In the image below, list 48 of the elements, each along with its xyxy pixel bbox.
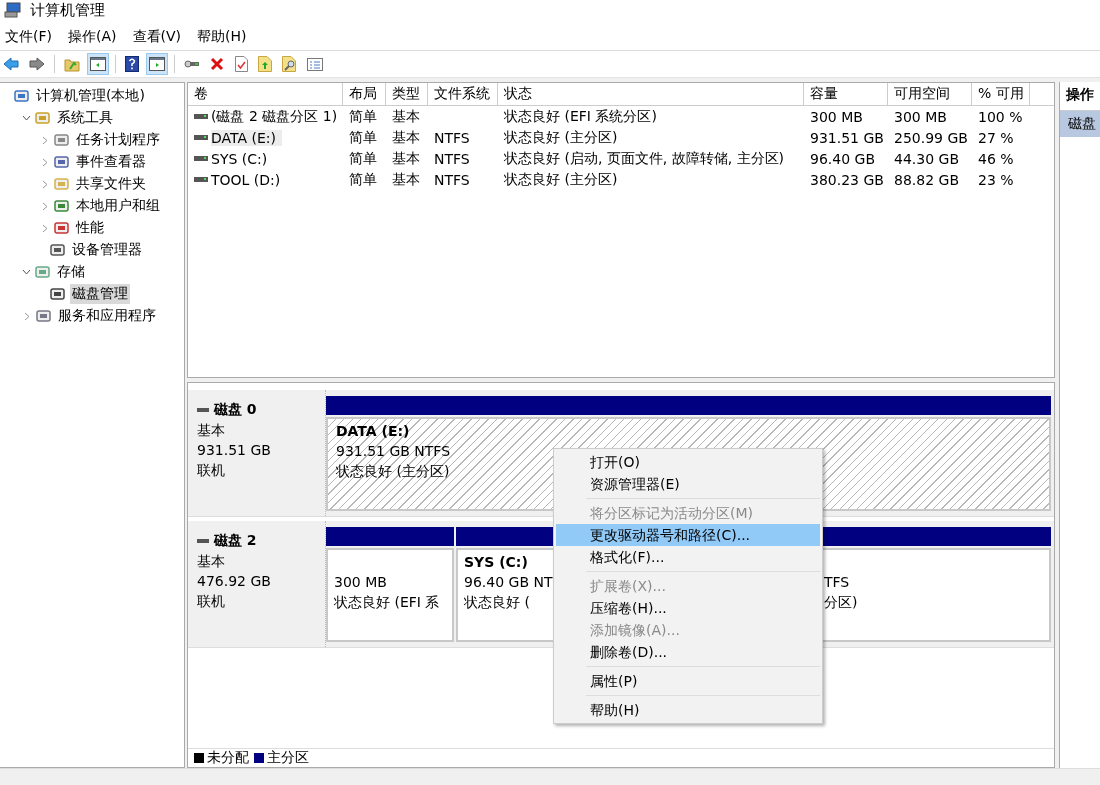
disk-status: 联机 [197,461,226,480]
partition-status: 状态良好 ( [464,593,530,612]
legend-label: 主分区 [267,749,309,767]
partition-size: TFS [824,573,850,592]
table-cell: 931.51 GB [810,129,884,146]
partition-size: 96.40 GB NT [464,573,553,592]
table-cell: 23 % [978,171,1014,188]
table-cell: 状态良好 (EFI 系统分区) [504,107,657,126]
table-cell: 基本 [392,170,420,189]
table-cell: 简单 [349,128,377,147]
table-cell: 300 MB [810,108,863,125]
table-cell: NTFS [434,171,470,188]
partition-status: 状态良好 (主分区) [336,462,450,481]
disk-name: 磁盘 2 [214,532,257,550]
table-cell: 96.40 GB [810,150,875,167]
table-cell: NTFS [434,129,470,146]
partition-size: 931.51 GB NTFS [336,442,451,461]
table-cell: 100 % [978,108,1023,125]
partition-status: 分区) [824,593,858,612]
table-cell: 88.82 GB [894,171,959,188]
table-cell: 简单 [349,170,377,189]
window-title: 计算机管理 [30,0,105,20]
table-cell: 状态良好 (启动, 页面文件, 故障转储, 主分区) [504,149,785,168]
table-cell: 300 MB [894,108,947,125]
table-cell: 状态良好 (主分区) [504,170,618,189]
partition-title: SYS (C:) [464,553,528,572]
table-cell: 基本 [392,128,420,147]
partition-title: DATA (E:) [336,422,410,441]
disk-size: 931.51 GB [197,441,272,460]
disk-size: 476.92 GB [197,572,272,591]
table-cell: NTFS [434,150,470,167]
table-cell: 44.30 GB [894,150,959,167]
disk-status: 联机 [197,592,226,611]
disk-name: 磁盘 0 [214,401,257,419]
disk-type: 基本 [197,421,226,440]
table-cell: 简单 [349,149,377,168]
table-cell: 简单 [349,107,377,126]
partition-size: 300 MB [334,573,387,592]
table-cell: 状态良好 (主分区) [504,128,618,147]
table-cell: 250.99 GB [894,129,968,146]
table-cell: 380.23 GB [810,171,884,188]
table-cell: 基本 [392,149,420,168]
disk-type: 基本 [197,552,226,571]
partition-status: 状态良好 (EFI 系 [334,593,440,612]
legend-label: 未分配 [207,749,249,767]
table-cell: 基本 [392,107,420,126]
table-cell: 46 % [978,150,1014,167]
table-cell: 27 % [978,129,1014,146]
